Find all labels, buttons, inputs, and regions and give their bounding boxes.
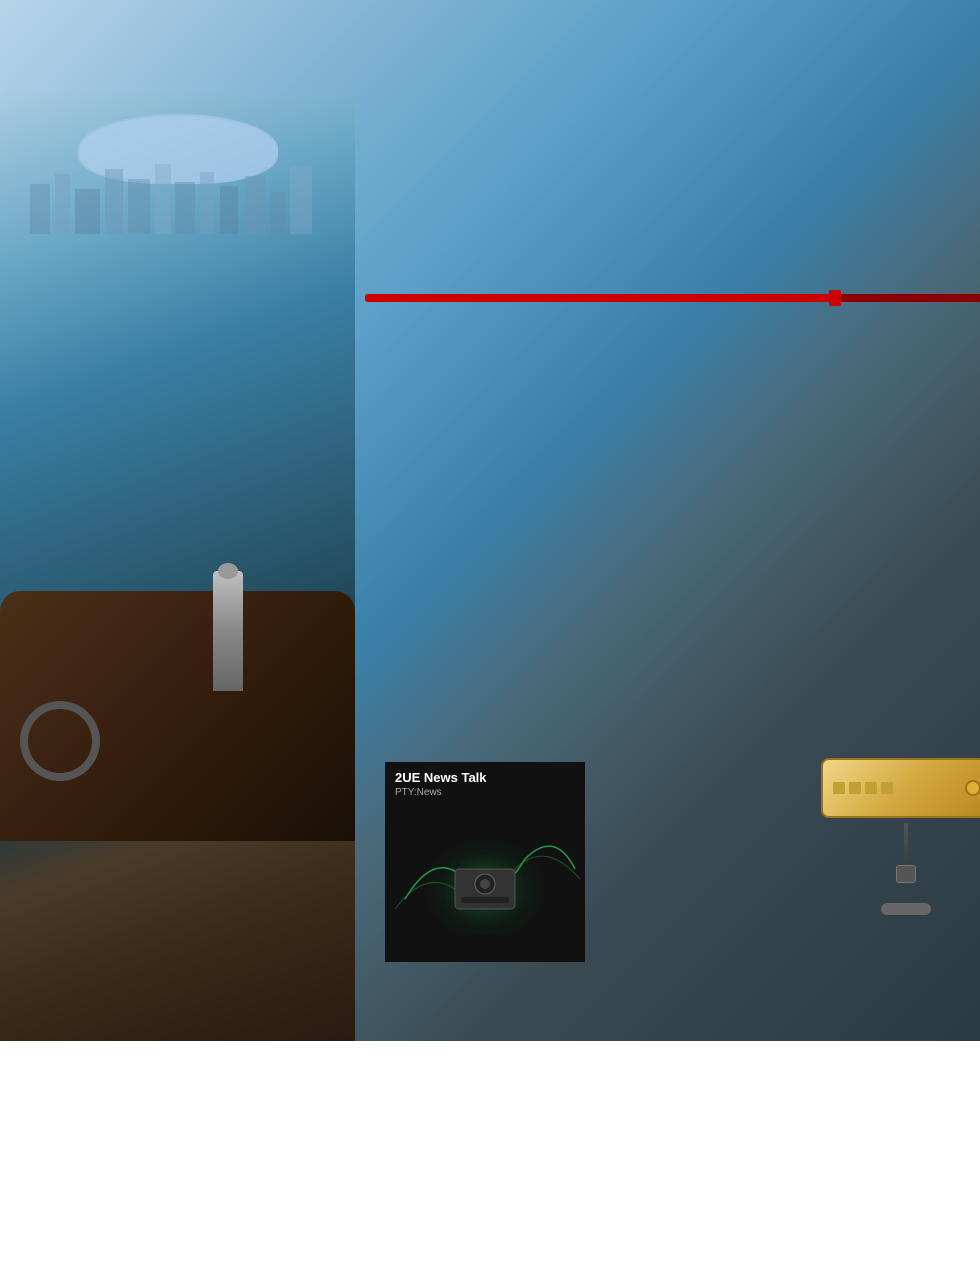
freq-fill: [365, 294, 837, 302]
dashboard: [0, 591, 355, 841]
dab-pty: PTY:News: [385, 787, 585, 804]
dab-station-name: 2UE News Talk: [385, 762, 585, 787]
freq-thumb: [829, 290, 841, 306]
dab-left-panel: 2UE News Talk PTY:News: [385, 762, 585, 962]
car-image-area: 87.60 106.00: [0, 94, 355, 1041]
gear-shift: [213, 571, 243, 691]
freq-track: [365, 294, 980, 302]
dab-visual: [385, 804, 585, 934]
city-skyline: [20, 154, 335, 234]
